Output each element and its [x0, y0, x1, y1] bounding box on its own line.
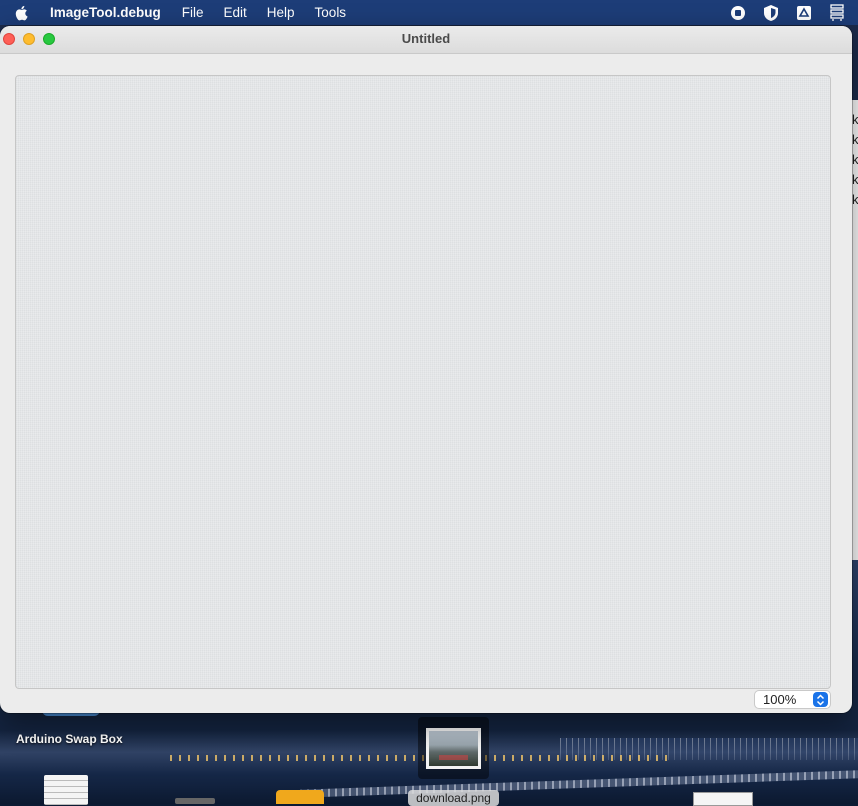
desktop-item-icon[interactable]: [175, 798, 215, 804]
background-text-fragment: k: [852, 152, 858, 167]
menu-file[interactable]: File: [182, 5, 204, 20]
menu-edit[interactable]: Edit: [224, 5, 247, 20]
background-text-fragment: k: [852, 192, 858, 207]
desktop-folder-icon[interactable]: [276, 790, 324, 804]
background-text-fragment: k: [852, 132, 858, 147]
desktop-folder-label[interactable]: Arduino Swap Box: [16, 732, 123, 746]
chevron-up-down-icon[interactable]: [813, 692, 828, 707]
menu-tools[interactable]: Tools: [315, 5, 347, 20]
image-preview: [426, 728, 481, 769]
apple-menu-icon[interactable]: [14, 5, 30, 21]
window-title: Untitled: [401, 31, 451, 46]
app-window: Untitled 100%: [0, 26, 852, 713]
title-bar[interactable]: Untitled: [0, 26, 852, 54]
drive-icon[interactable]: [794, 3, 813, 22]
menu-app-name[interactable]: ImageTool.debug: [50, 5, 161, 20]
stop-circle-icon[interactable]: [728, 3, 747, 22]
background-text-fragment: k: [852, 112, 858, 127]
menu-help[interactable]: Help: [267, 5, 295, 20]
desktop-document-icon[interactable]: [44, 775, 88, 805]
status-icons: [728, 3, 846, 22]
zoom-select[interactable]: 100%: [754, 690, 831, 709]
background-text-fragment: k: [852, 172, 858, 187]
wifi-qr-icon[interactable]: [827, 3, 846, 22]
shield-icon[interactable]: [761, 3, 780, 22]
zoom-value: 100%: [763, 692, 797, 707]
desktop-file-thumbnail[interactable]: [418, 717, 489, 779]
menu-bar: ImageTool.debug File Edit Help Tools: [0, 0, 858, 25]
image-canvas[interactable]: [15, 75, 831, 689]
